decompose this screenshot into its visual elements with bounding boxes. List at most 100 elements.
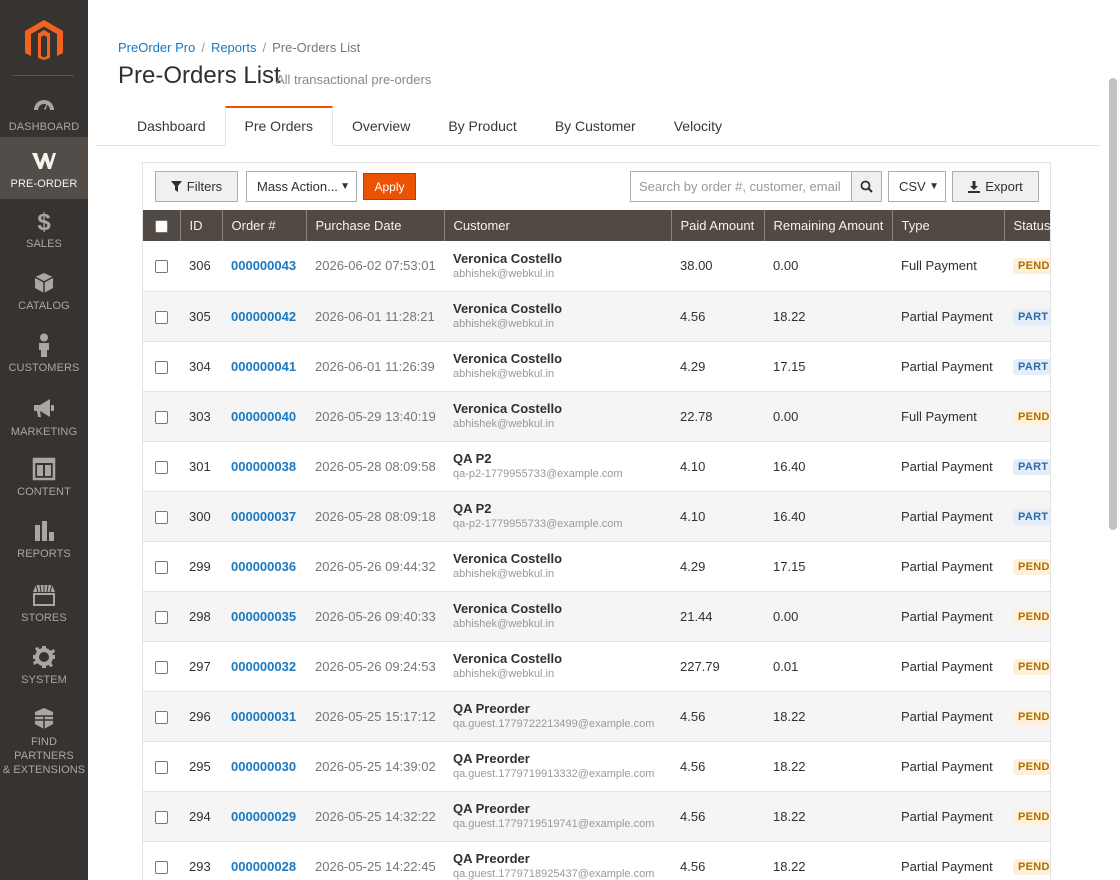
order-link[interactable]: 000000040 (231, 409, 296, 424)
apply-button[interactable]: Apply (363, 173, 416, 200)
bar-chart-icon (35, 521, 54, 541)
order-link[interactable]: 000000029 (231, 809, 296, 824)
order-link[interactable]: 000000032 (231, 659, 296, 674)
column-header-paid-amount[interactable]: Paid Amount (671, 210, 765, 241)
cell-paid-amount: 38.00 (671, 241, 764, 292)
table-row[interactable]: 297 000000032 2026-05-26 09:24:53 Veronica … (143, 641, 1050, 692)
sidebar-item-system[interactable]: System (0, 639, 88, 701)
breadcrumb-link-preorder-pro[interactable]: PreOrder Pro (118, 40, 195, 55)
table-row[interactable]: 300 000000037 2026-05-28 08:09:18 QA P2 qa-p… (143, 491, 1050, 542)
sidebar-item-preorder[interactable]: Pre-Order (0, 137, 88, 199)
customer-name: Veronica Costello (453, 651, 563, 666)
table-row[interactable]: 306 000000043 2026-06-02 07:53:01 Veronica … (143, 241, 1050, 292)
sidebar-item-sales[interactable]: $ Sales (0, 205, 88, 267)
tab-overview[interactable]: Overview (333, 106, 429, 146)
cell-status: PEND (1004, 641, 1050, 692)
sidebar-label: Find Partners (14, 736, 74, 762)
column-header-customer[interactable]: Customer (444, 210, 672, 241)
filters-button[interactable]: Filters (155, 171, 238, 202)
customer-email: abhishek@webkul.in (453, 668, 555, 680)
tab-by-product[interactable]: By Product (429, 106, 535, 146)
status-badge: PEND (1013, 408, 1050, 425)
order-link[interactable]: 000000035 (231, 609, 296, 624)
order-link[interactable]: 000000036 (231, 559, 296, 574)
tab-by-customer[interactable]: By Customer (536, 106, 655, 146)
table-row[interactable]: 304 000000041 2026-06-01 11:26:39 Veronica … (143, 341, 1050, 392)
sidebar-item-catalog[interactable]: Catalog (0, 267, 88, 329)
magento-logo-icon[interactable] (25, 20, 63, 60)
tab-dashboard[interactable]: Dashboard (118, 106, 225, 146)
table-row[interactable]: 294 000000029 2026-05-25 14:32:22 QA Preord… (143, 791, 1050, 842)
column-header-order[interactable]: Order # (222, 210, 307, 241)
order-link[interactable]: 000000042 (231, 309, 296, 324)
row-checkbox[interactable] (155, 610, 168, 624)
customer-name: QA Preorder (453, 851, 530, 866)
sidebar-item-marketing[interactable]: Marketing (0, 391, 88, 453)
sidebar-item-content[interactable]: Content (0, 453, 88, 515)
cell-purchase-date: 2026-05-25 15:17:12 (306, 691, 444, 742)
order-link[interactable]: 000000031 (231, 709, 296, 724)
row-checkbox[interactable] (155, 660, 168, 674)
logo-divider (12, 75, 74, 76)
order-link[interactable]: 000000043 (231, 258, 296, 273)
row-checkbox[interactable] (155, 560, 168, 574)
column-header-type[interactable]: Type (892, 210, 1005, 241)
order-link[interactable]: 000000037 (231, 509, 296, 524)
export-format-select[interactable]: CSV ▼ (888, 171, 946, 202)
column-header-purchase-date[interactable]: Purchase Date (306, 210, 445, 241)
cell-paid-amount: 21.44 (671, 591, 764, 642)
table-row[interactable]: 301 000000038 2026-05-28 08:09:58 QA P2 qa-p… (143, 441, 1050, 492)
customer-name: QA Preorder (453, 751, 530, 766)
table-row[interactable]: 305 000000042 2026-06-01 11:28:21 Veronica … (143, 291, 1050, 342)
table-row[interactable]: 299 000000036 2026-05-26 09:44:32 Veronica … (143, 541, 1050, 592)
search-input[interactable]: Search by order #, customer, email (630, 171, 852, 202)
sidebar-item-reports[interactable]: Reports (0, 515, 88, 577)
column-header-id[interactable]: ID (180, 210, 223, 241)
cell-order: 000000038 (222, 441, 306, 492)
status-badge: PEND (1013, 608, 1050, 625)
cell-remaining-amount: 16.40 (764, 491, 892, 542)
select-all-checkbox[interactable] (155, 220, 168, 234)
sidebar-item-find-partners[interactable]: Find Partners & Extensions (0, 701, 88, 776)
order-link[interactable]: 000000041 (231, 359, 296, 374)
status-badge: PEND (1013, 658, 1050, 675)
table-row[interactable]: 298 000000035 2026-05-26 09:40:33 Veronica … (143, 591, 1050, 642)
column-header-remaining-amount[interactable]: Remaining Amount (764, 210, 893, 241)
cell-status: PEND (1004, 591, 1050, 642)
row-checkbox[interactable] (155, 360, 168, 374)
cell-remaining-amount: 18.22 (764, 841, 892, 880)
cell-customer: QA P2 qa-p2-1779955733@example.com (444, 441, 671, 492)
row-checkbox[interactable] (155, 410, 168, 424)
breadcrumb-link-reports[interactable]: Reports (211, 40, 257, 55)
search-button[interactable] (851, 171, 882, 202)
tab-pre-orders[interactable]: Pre Orders (224, 106, 333, 146)
tab-velocity[interactable]: Velocity (655, 106, 741, 146)
sidebar-item-stores[interactable]: Stores (0, 577, 88, 639)
column-header-status[interactable]: Status (1004, 210, 1050, 241)
table-row[interactable]: 303 000000040 2026-05-29 13:40:19 Veronica … (143, 391, 1050, 442)
sidebar-item-customers[interactable]: Customers (0, 329, 88, 391)
row-checkbox[interactable] (155, 460, 168, 474)
row-checkbox[interactable] (155, 310, 168, 324)
export-button[interactable]: Export (952, 171, 1039, 202)
cell-paid-amount: 4.56 (671, 291, 764, 342)
table-row[interactable]: 293 000000028 2026-05-25 14:22:45 QA Preord… (143, 841, 1050, 880)
row-checkbox[interactable] (155, 710, 168, 724)
table-row[interactable]: 295 000000030 2026-05-25 14:39:02 QA Preord… (143, 741, 1050, 792)
page-scrollbar[interactable] (1105, 0, 1120, 880)
box-icon (34, 273, 54, 293)
row-checkbox[interactable] (155, 760, 168, 774)
table-row[interactable]: 296 000000031 2026-05-25 15:17:12 QA Preord… (143, 691, 1050, 742)
row-checkbox[interactable] (155, 260, 168, 274)
cell-id: 304 (180, 341, 222, 392)
row-checkbox[interactable] (155, 510, 168, 524)
row-checkbox[interactable] (155, 810, 168, 824)
row-select-cell (143, 791, 180, 842)
row-checkbox[interactable] (155, 860, 168, 874)
mass-action-select[interactable]: Mass Action... ▼ (246, 171, 357, 202)
scrollbar-thumb[interactable] (1109, 78, 1117, 530)
order-link[interactable]: 000000028 (231, 859, 296, 874)
order-link[interactable]: 000000038 (231, 459, 296, 474)
cell-purchase-date: 2026-05-25 14:22:45 (306, 841, 444, 880)
order-link[interactable]: 000000030 (231, 759, 296, 774)
